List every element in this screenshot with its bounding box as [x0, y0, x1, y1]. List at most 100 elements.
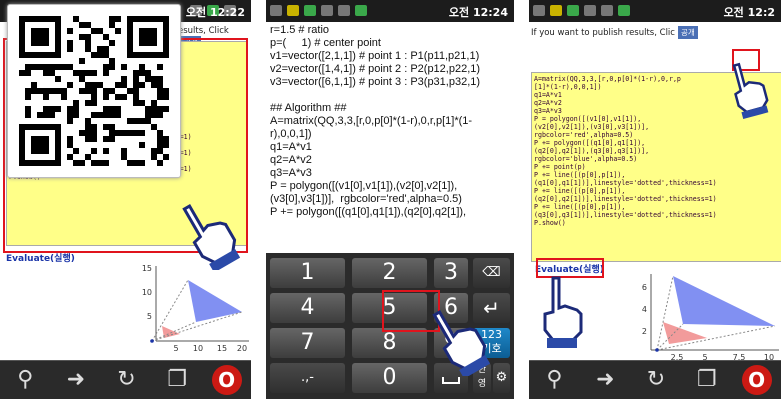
mail-icon — [533, 5, 545, 16]
qr-module — [145, 70, 151, 76]
qr-module — [43, 64, 49, 70]
qr-module — [163, 106, 169, 112]
publish-prompt: If you want to publish results, Clic 공개 — [531, 26, 698, 39]
key-1[interactable]: 1 — [270, 258, 345, 288]
qr-module — [103, 112, 109, 118]
qr-module — [73, 70, 79, 76]
qr-module — [145, 118, 151, 124]
qr-module — [79, 160, 85, 166]
qr-module — [61, 88, 67, 94]
qr-module — [85, 46, 91, 52]
status-time: 오전 12:22 — [185, 6, 245, 19]
screenshot-panel-3: 오전 12:2 If you want to publish results, … — [529, 0, 781, 399]
qr-module — [67, 106, 73, 112]
qr-module — [133, 94, 139, 100]
code-line: (v2[0],v2[1]),(v3[0],v3[1])], — [534, 123, 650, 131]
qr-module — [157, 130, 163, 136]
signal-icon — [601, 5, 613, 16]
qr-module — [109, 112, 115, 118]
opera-menu-icon[interactable]: O — [211, 365, 242, 395]
qr-module — [109, 16, 115, 22]
qr-module — [109, 124, 115, 130]
qr-module — [91, 112, 97, 118]
qr-module — [139, 100, 145, 106]
qr-module — [133, 130, 139, 136]
key-7[interactable]: 7 — [270, 328, 345, 358]
qr-module — [139, 142, 145, 148]
qr-module — [103, 52, 109, 58]
qr-finder-center — [31, 136, 49, 154]
qr-module — [97, 160, 103, 166]
qr-module — [91, 70, 97, 76]
qr-module — [91, 148, 97, 154]
battery-icon — [355, 5, 367, 16]
qr-module — [151, 124, 157, 130]
punctuation-key[interactable]: .,- — [270, 363, 345, 393]
qr-module — [73, 106, 79, 112]
qr-module — [151, 100, 157, 106]
x-tick-label: 20 — [237, 344, 247, 353]
qr-module — [151, 112, 157, 118]
key-4[interactable]: 4 — [270, 293, 345, 323]
key-2[interactable]: 2 — [352, 258, 427, 288]
reload-icon[interactable]: ↻ — [110, 361, 142, 399]
qr-module — [139, 70, 145, 76]
zoom-icon[interactable]: ⚲ — [538, 361, 570, 399]
key-3[interactable]: 3 — [434, 258, 468, 288]
center-point — [150, 339, 154, 343]
qr-module — [73, 16, 79, 22]
qr-module — [103, 148, 109, 154]
forward-arrow-icon[interactable]: ➜ — [589, 361, 621, 399]
zoom-icon[interactable]: ⚲ — [9, 361, 41, 399]
qr-module — [157, 136, 163, 142]
status-bar: 오전 12:2 — [529, 0, 781, 22]
qr-module — [85, 40, 91, 46]
qr-module — [85, 130, 91, 136]
qr-module — [67, 118, 73, 124]
qr-module — [91, 100, 97, 106]
reload-icon[interactable]: ↻ — [640, 361, 672, 399]
qr-module — [109, 136, 115, 142]
key-0[interactable]: 0 — [352, 363, 427, 393]
qr-module — [145, 112, 151, 118]
qr-module — [157, 106, 163, 112]
qr-module — [121, 64, 127, 70]
publish-button[interactable]: 공개 — [677, 26, 698, 39]
backspace-key[interactable]: ⌫ — [473, 258, 510, 288]
code-line: rgbcolor='red',alpha=0.5) — [534, 131, 634, 139]
opera-menu-icon[interactable]: O — [741, 365, 772, 395]
qr-module — [97, 82, 103, 88]
key-8[interactable]: 8 — [352, 328, 427, 358]
qr-module — [115, 130, 121, 136]
tabs-icon[interactable]: ❐ — [161, 361, 193, 399]
qr-module — [55, 76, 61, 82]
qr-module — [97, 52, 103, 58]
qr-module — [43, 70, 49, 76]
qr-module — [133, 118, 139, 124]
scaled-triangle — [188, 280, 242, 322]
forward-arrow-icon[interactable]: ➜ — [60, 361, 92, 399]
qr-module — [79, 70, 85, 76]
qr-module — [25, 64, 31, 70]
code-line: P.show() — [534, 219, 566, 227]
y-tick-label: 2 — [642, 327, 647, 336]
qr-module — [31, 88, 37, 94]
code-text-area[interactable]: r=1.5 # ratio p=( 1) # center point v1=v… — [266, 22, 514, 227]
code-line: P += line([(p[0],p[1]), — [534, 187, 626, 195]
code-line: P += point(p) — [534, 163, 586, 171]
usb-icon — [321, 5, 333, 16]
qr-module — [163, 136, 169, 142]
qr-module — [79, 22, 85, 28]
browser-toolbar: ⚲ ➜ ↻ ❐ O — [0, 360, 251, 399]
qr-module — [91, 160, 97, 166]
tabs-icon[interactable]: ❐ — [691, 361, 723, 399]
qr-module — [43, 106, 49, 112]
qr-finder-center — [31, 28, 49, 46]
notification-icon — [550, 5, 562, 16]
qr-module — [91, 124, 97, 130]
qr-module — [91, 136, 97, 142]
qr-module — [121, 76, 127, 82]
qr-module — [133, 70, 139, 76]
qr-module — [109, 106, 115, 112]
pointing-hand-icon — [732, 62, 769, 119]
